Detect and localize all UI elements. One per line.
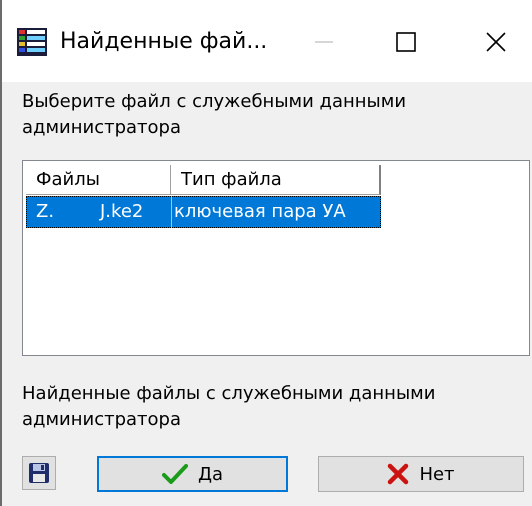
yes-button-label: Да — [197, 463, 224, 485]
file-type-cell: ключевая пара УА — [171, 196, 346, 228]
files-list-view[interactable]: Файлы Тип файла Z. J.ke2 ключевая пара У… — [22, 160, 530, 356]
minimize-button[interactable] — [292, 14, 356, 70]
file-name-extension: J.ke2 — [100, 201, 144, 222]
found-files-label: Найденные файлы с служебными данными адм… — [22, 383, 436, 430]
window-title: Найденные фай... — [60, 29, 268, 54]
yes-button[interactable]: Да — [97, 456, 288, 492]
maximize-button[interactable] — [374, 14, 438, 70]
close-icon — [486, 32, 506, 52]
no-button-label: Нет — [419, 463, 455, 485]
column-header-files[interactable]: Файлы — [26, 165, 171, 195]
file-name-part: Z. — [36, 201, 55, 222]
checkmark-icon — [161, 464, 188, 484]
file-list-icon — [16, 26, 48, 58]
floppy-disk-icon — [29, 463, 49, 483]
table-row[interactable]: Z. J.ke2 ключевая пара УА — [26, 196, 381, 228]
select-file-prompt: Выберите файл с служебными данными админ… — [22, 91, 407, 138]
red-x-icon — [388, 463, 409, 485]
no-button[interactable]: Нет — [318, 456, 524, 492]
title-bar[interactable]: Найденные фай... — [2, 0, 532, 82]
save-button[interactable] — [22, 456, 56, 490]
close-button[interactable] — [464, 14, 528, 70]
maximize-icon — [396, 32, 416, 52]
column-header-file-type[interactable]: Тип файла — [171, 165, 381, 195]
minimize-icon — [315, 41, 333, 43]
